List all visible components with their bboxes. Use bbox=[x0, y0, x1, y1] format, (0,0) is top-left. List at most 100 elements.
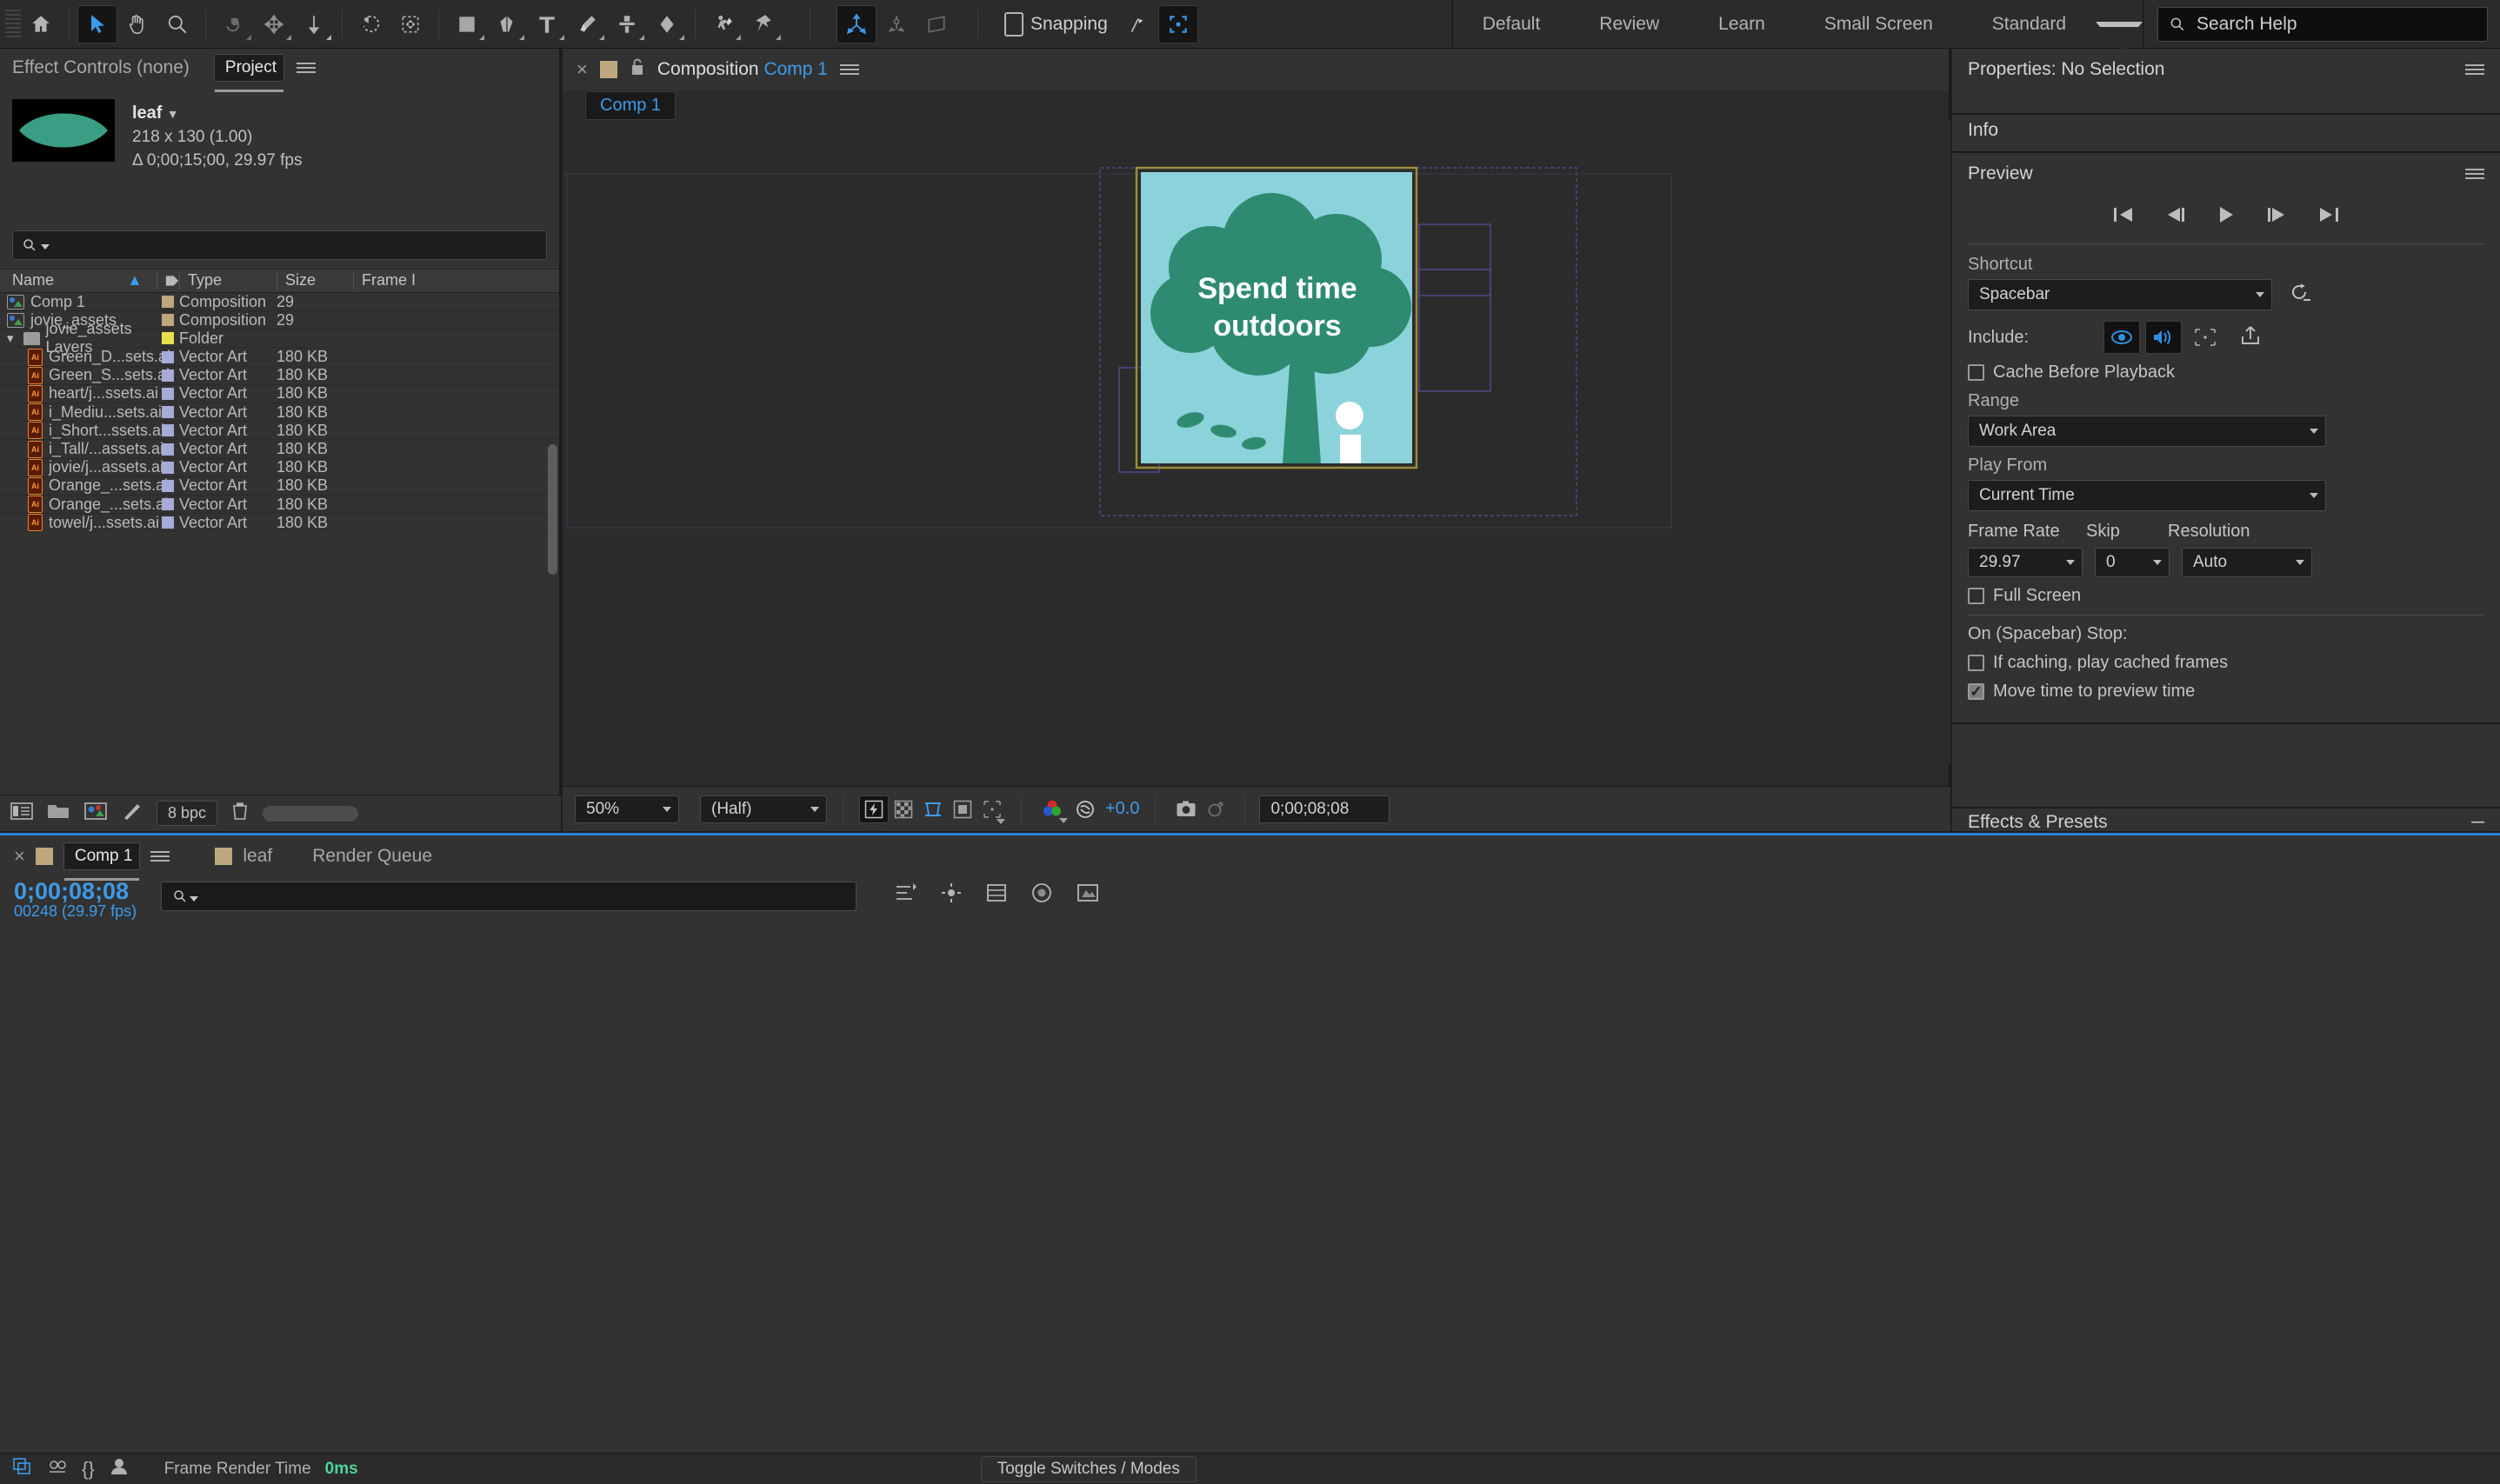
disclosure-triangle-icon[interactable]: ▾ bbox=[7, 330, 14, 346]
project-list-item[interactable]: AiOrange_...sets.aiVector Art180 KB bbox=[0, 496, 559, 514]
motion-blur-icon[interactable] bbox=[940, 882, 963, 909]
label-swatch[interactable] bbox=[162, 462, 174, 474]
project-list-item[interactable]: Aiheart/j...ssets.aiVector Art180 KB bbox=[0, 385, 559, 403]
full-screen-checkbox[interactable] bbox=[1968, 588, 1984, 604]
graph-editor-icon[interactable] bbox=[1030, 882, 1053, 909]
reset-shortcut-icon[interactable] bbox=[2288, 282, 2310, 308]
expression-editor-icon[interactable]: {} bbox=[82, 1458, 95, 1481]
label-swatch[interactable] bbox=[162, 314, 174, 326]
project-list-item[interactable]: AiGreen_S...sets.aiVector Art180 KB bbox=[0, 367, 559, 385]
fast-previews-icon[interactable] bbox=[859, 795, 889, 823]
roto-brush-tool-icon[interactable] bbox=[703, 5, 743, 43]
brush-tool-icon[interactable] bbox=[567, 5, 607, 43]
type-tool-icon[interactable] bbox=[527, 5, 567, 43]
interpret-footage-icon[interactable] bbox=[10, 802, 33, 826]
workspace-learn[interactable]: Learn bbox=[1689, 0, 1795, 49]
search-filter-chevron-icon[interactable] bbox=[41, 244, 50, 250]
rectangle-tool-icon[interactable] bbox=[447, 5, 487, 43]
column-label-icon[interactable] bbox=[157, 272, 179, 289]
project-list-item[interactable]: Aijovie/j...assets.aiVector Art180 KB bbox=[0, 459, 559, 477]
tab-effect-controls[interactable]: Effect Controls (none) bbox=[12, 57, 190, 78]
column-name[interactable]: Name ▲ bbox=[0, 272, 157, 289]
channel-icon[interactable] bbox=[1036, 795, 1069, 823]
label-swatch[interactable] bbox=[162, 443, 174, 456]
project-list-item[interactable]: Comp 1Composition29 bbox=[0, 293, 559, 311]
project-scrollbar[interactable] bbox=[548, 444, 557, 575]
preview-menu-icon[interactable] bbox=[2465, 169, 2484, 179]
draft-3d-icon[interactable] bbox=[1076, 882, 1100, 909]
project-list-item[interactable]: Aitowel/j...ssets.aiVector Art180 KB bbox=[0, 514, 559, 532]
if-caching-row[interactable]: If caching, play cached frames bbox=[1968, 653, 2484, 673]
properties-menu-icon[interactable] bbox=[2465, 64, 2484, 75]
toolbar-grip[interactable] bbox=[5, 10, 21, 39]
exposure-value[interactable]: +0.0 bbox=[1105, 799, 1139, 819]
selection-tool-icon[interactable] bbox=[77, 5, 117, 43]
plane-snapping-icon[interactable] bbox=[917, 5, 957, 43]
column-frame[interactable]: Frame I bbox=[353, 272, 423, 289]
snapping-options-icon[interactable] bbox=[1118, 5, 1158, 43]
pen-tool-icon[interactable] bbox=[487, 5, 527, 43]
overlays-include-icon[interactable] bbox=[2187, 321, 2223, 354]
frame-blending-icon[interactable] bbox=[985, 882, 1008, 909]
frame-rate-select[interactable]: 29.97 bbox=[1968, 548, 2083, 577]
new-folder-icon[interactable] bbox=[47, 802, 70, 826]
export-icon[interactable] bbox=[2239, 324, 2262, 350]
close-icon[interactable]: × bbox=[577, 58, 588, 81]
scene-edit-detection-icon[interactable] bbox=[1158, 5, 1198, 43]
eraser-tool-icon[interactable] bbox=[647, 5, 687, 43]
clone-stamp-tool-icon[interactable] bbox=[607, 5, 647, 43]
project-list-item[interactable]: AiOrange_...sets.aiVector Art180 KB bbox=[0, 477, 559, 496]
label-swatch[interactable] bbox=[162, 388, 174, 400]
composition-mini-flowchart-icon[interactable] bbox=[893, 882, 917, 909]
timeline-current-time[interactable]: 0;00;08;08 00248 (29.97 fps) bbox=[14, 879, 137, 920]
label-swatch[interactable] bbox=[162, 369, 174, 382]
resolution-select[interactable]: (Half) bbox=[700, 795, 827, 823]
title-safe-icon[interactable] bbox=[977, 795, 1007, 823]
cache-before-playback-checkbox[interactable] bbox=[1968, 364, 1984, 381]
snapshot-icon[interactable] bbox=[1171, 795, 1201, 823]
shortcut-select[interactable]: Spacebar bbox=[1968, 279, 2272, 310]
new-composition-icon[interactable] bbox=[83, 802, 108, 826]
align-snapping-3d-icon[interactable] bbox=[837, 5, 877, 43]
skip-select[interactable]: 0 bbox=[2095, 548, 2170, 577]
next-frame-icon[interactable] bbox=[2265, 205, 2288, 230]
anchor-point-tool-icon[interactable] bbox=[390, 5, 430, 43]
composition-timecode[interactable]: 0;00;08;08 bbox=[1259, 795, 1390, 823]
lock-icon[interactable] bbox=[630, 57, 645, 82]
bit-depth-button[interactable]: 8 bpc bbox=[157, 801, 217, 826]
audio-include-icon[interactable] bbox=[2145, 321, 2182, 354]
project-list-item[interactable]: AiGreen_D...sets.aiVector Art180 KB bbox=[0, 348, 559, 366]
comp-tab-comp1[interactable]: Comp 1 bbox=[585, 91, 676, 120]
label-swatch[interactable] bbox=[162, 424, 174, 436]
label-swatch[interactable] bbox=[162, 480, 174, 492]
timeline-tab-render-queue[interactable]: Render Queue bbox=[312, 846, 432, 867]
column-size[interactable]: Size bbox=[277, 272, 353, 289]
home-icon[interactable] bbox=[21, 5, 61, 43]
timeline-menu-icon[interactable] bbox=[150, 851, 170, 862]
snapping-toggle[interactable]: Snapping bbox=[1004, 12, 1108, 37]
timeline-tab-comp1[interactable]: Comp 1 bbox=[63, 842, 141, 870]
label-swatch[interactable] bbox=[162, 406, 174, 418]
composition-panel-menu-icon[interactable] bbox=[840, 64, 859, 75]
project-list-item[interactable]: Aii_Tall/...assets.aiVector Art180 KB bbox=[0, 440, 559, 458]
toggle-switches-modes-button[interactable]: Toggle Switches / Modes bbox=[981, 1456, 1197, 1482]
rotation-tool-icon[interactable] bbox=[214, 5, 254, 43]
previous-frame-icon[interactable] bbox=[2164, 205, 2187, 230]
pan-behind-tool-icon[interactable] bbox=[294, 5, 334, 43]
zoom-tool-icon[interactable] bbox=[157, 5, 197, 43]
range-select[interactable]: Work Area bbox=[1968, 416, 2326, 447]
comp-flowchart-icon[interactable] bbox=[12, 1457, 33, 1481]
last-frame-icon[interactable] bbox=[2317, 205, 2340, 230]
project-list-item[interactable]: Aii_Short...ssets.aiVector Art180 KB bbox=[0, 422, 559, 440]
composition-viewer[interactable]: Spend time outdoors bbox=[563, 120, 1950, 763]
mask-shape-icon[interactable] bbox=[948, 795, 977, 823]
resolution-select-preview[interactable]: Auto bbox=[2182, 548, 2312, 577]
cache-before-playback-row[interactable]: Cache Before Playback bbox=[1968, 363, 2484, 383]
project-panel-menu-icon[interactable] bbox=[297, 63, 316, 73]
if-caching-checkbox[interactable] bbox=[1968, 655, 1984, 671]
workspace-overflow-icon[interactable]: » bbox=[2096, 22, 2143, 27]
rotate-bezier-icon[interactable] bbox=[350, 5, 390, 43]
search-help-input[interactable]: Search Help bbox=[2157, 7, 2488, 42]
label-swatch[interactable] bbox=[162, 516, 174, 529]
timeline-tab-leaf[interactable]: leaf bbox=[243, 846, 272, 867]
